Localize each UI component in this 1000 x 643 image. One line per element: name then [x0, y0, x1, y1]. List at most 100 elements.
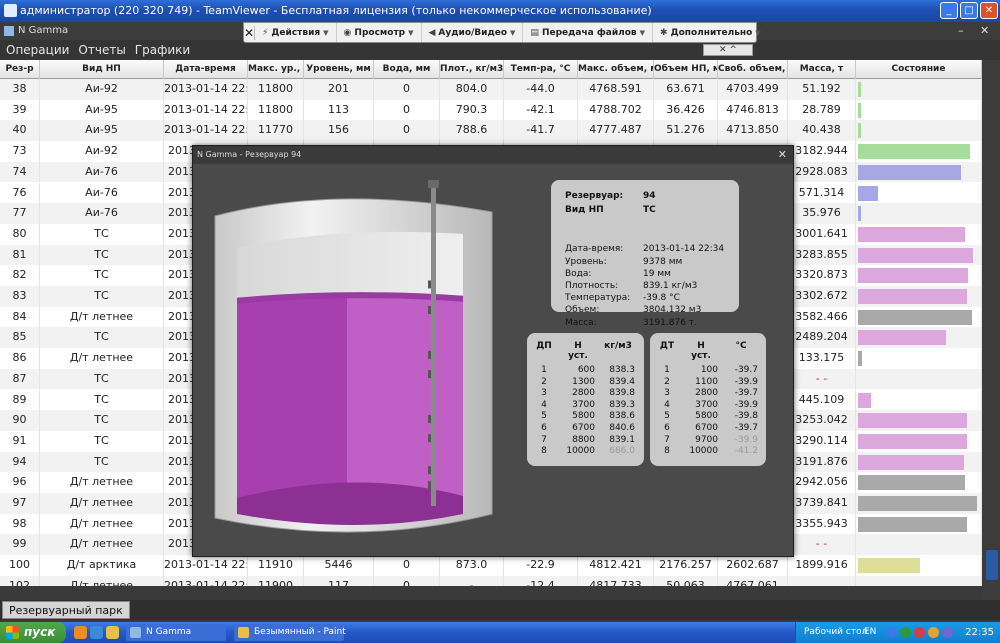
windows-logo-icon: [6, 626, 19, 639]
table-cell: 2013-01-14 22:33: [164, 79, 248, 100]
task-ngamma[interactable]: N Gamma: [126, 624, 226, 641]
toolbar-extra[interactable]: ✱ Дополнительно ▼: [653, 23, 768, 42]
column-header[interactable]: Макс. ур., мм: [248, 60, 304, 79]
column-header[interactable]: Темп-ра, °C: [504, 60, 578, 79]
ie-icon[interactable]: [90, 626, 103, 639]
probe-cell: 3: [664, 388, 670, 399]
desktop-toolbar-label[interactable]: Рабочий стол: [804, 622, 867, 643]
app-title: N Gamma: [18, 25, 69, 36]
column-header[interactable]: Вид НП: [40, 60, 164, 79]
app-close-button[interactable]: ✕: [980, 24, 989, 38]
state-cell: [856, 348, 982, 369]
table-row[interactable]: 39Аи-952013-01-14 22:33118001130790.3-42…: [0, 99, 982, 121]
state-cell: [856, 286, 982, 307]
table-cell: 3283.855: [788, 244, 856, 266]
chevron-down-icon: ▼: [510, 28, 516, 37]
toolbar-file-transfer[interactable]: ▤ Передача файлов ▼: [523, 23, 654, 42]
column-header[interactable]: Масса, т: [788, 60, 856, 79]
probe-cell: 7: [664, 434, 670, 445]
table-cell: 73: [0, 141, 40, 162]
column-header[interactable]: Объем НП, м3: [654, 60, 718, 79]
app-minimize-button[interactable]: –: [958, 24, 964, 38]
horizontal-scrollbar[interactable]: [0, 586, 982, 600]
eye-icon: ◉: [343, 27, 352, 38]
column-header[interactable]: Вода, мм: [374, 60, 440, 79]
probe-cell: 1300: [572, 376, 595, 387]
density-probes-panel: ДП Н уст. кг/м3 1 600 838.3 2 1300 839.4 3 2800 839…: [527, 333, 644, 466]
state-cell: [856, 79, 982, 100]
update-icon[interactable]: [928, 627, 939, 638]
probe-cell: 2800: [695, 388, 718, 399]
language-indicator[interactable]: EN: [864, 622, 876, 643]
network-icon[interactable]: [886, 627, 897, 638]
table-cell: 3739.841: [788, 493, 856, 514]
info-label: Температура:: [565, 293, 631, 304]
table-cell: 90: [0, 410, 40, 431]
toolbar-view[interactable]: ◉ Просмотр ▼: [337, 23, 422, 42]
close-button[interactable]: ✕: [980, 2, 998, 19]
column-header[interactable]: Уровень, мм: [304, 60, 374, 79]
task-paint[interactable]: Безымянный - Paint: [234, 624, 346, 641]
toolbar-actions-label: Действия: [271, 27, 321, 38]
maximize-button[interactable]: □: [960, 2, 978, 19]
toolbar-audio-video[interactable]: ◀ Аудио/Видео ▼: [422, 23, 524, 42]
state-cell: [856, 451, 982, 473]
start-button[interactable]: пуск: [0, 622, 66, 643]
table-cell: 83: [0, 286, 40, 307]
probe-cell: 8: [541, 446, 547, 457]
table-cell: Д/т летнее: [40, 493, 164, 514]
vertical-scrollbar[interactable]: [982, 60, 1000, 600]
table-cell: 445.109: [788, 389, 856, 411]
table-cell: Аи-92: [40, 79, 164, 100]
antivirus-icon[interactable]: [914, 627, 925, 638]
scrollbar-thumb[interactable]: [986, 550, 998, 580]
paint-icon: [238, 627, 249, 638]
tab-tank-park[interactable]: Резервуарный парк: [2, 601, 130, 619]
table-cell: ТС: [40, 430, 164, 452]
probe-sensor-mark: [428, 350, 431, 359]
minimize-button[interactable]: _: [940, 2, 958, 19]
menu-operations[interactable]: Операции: [6, 40, 69, 60]
probe-cell: -39.9: [734, 376, 758, 387]
table-cell: Аи-76: [40, 182, 164, 204]
table-cell: 788.6: [440, 120, 504, 142]
tank-3d-view: [214, 180, 493, 533]
column-header[interactable]: Дата-время: [164, 60, 248, 79]
info-label: Резервуар:: [565, 191, 624, 201]
table-cell: 81: [0, 244, 40, 266]
table-cell: 2928.083: [788, 161, 856, 183]
fill-level-bar: [858, 309, 972, 325]
table-cell: -44.0: [504, 79, 578, 100]
volume-icon[interactable]: [942, 627, 953, 638]
column-header[interactable]: Плот., кг/м3: [440, 60, 504, 79]
table-row[interactable]: 38Аи-922013-01-14 22:33118002010804.0-44…: [0, 79, 982, 100]
table-cell: 4768.591: [578, 79, 654, 100]
chevron-down-icon: ▼: [408, 28, 414, 37]
toolbar-collapse-control[interactable]: ✕ ^: [703, 44, 753, 56]
state-cell: [856, 513, 982, 535]
toolbar-actions[interactable]: ⚡ Действия ▼: [255, 23, 337, 42]
probe-cell: 1: [664, 365, 670, 375]
menu-reports[interactable]: Отчеты: [78, 40, 125, 60]
table-cell: 3191.876: [788, 451, 856, 473]
table-row[interactable]: 40Аи-952013-01-14 22:33117701560788.6-41…: [0, 120, 982, 142]
state-cell: [856, 223, 982, 245]
state-cell: [856, 534, 982, 556]
security-icon[interactable]: [900, 627, 911, 638]
toolbar-close-button[interactable]: ✕: [244, 25, 256, 40]
probe-sensor-mark: [428, 434, 431, 443]
table-row[interactable]: 100Д/т арктика2013-01-14 22:341191054460…: [0, 555, 982, 576]
column-header[interactable]: Макс. объем, м3: [578, 60, 654, 79]
gear-icon: ✱: [660, 27, 668, 38]
firefox-icon[interactable]: [74, 626, 87, 639]
table-cell: 77: [0, 203, 40, 224]
column-header[interactable]: Рез-р: [0, 60, 40, 79]
dialog-close-button[interactable]: ✕: [778, 146, 787, 164]
folder-icon[interactable]: [106, 626, 119, 639]
table-cell: 35.976: [788, 203, 856, 224]
column-header[interactable]: Своб. объем, м3: [718, 60, 788, 79]
table-cell: 96: [0, 472, 40, 493]
column-header[interactable]: Состояние: [856, 60, 982, 79]
table-cell: 3253.042: [788, 410, 856, 431]
menu-charts[interactable]: Графики: [135, 40, 190, 60]
